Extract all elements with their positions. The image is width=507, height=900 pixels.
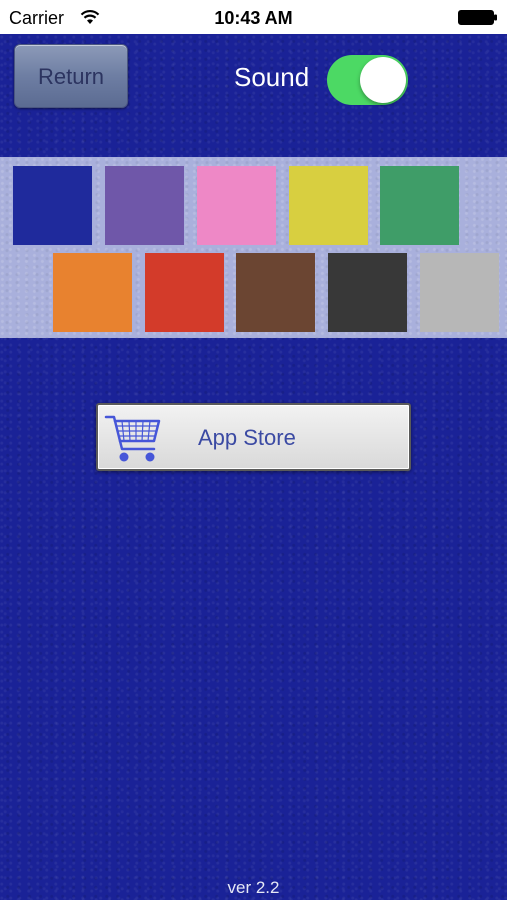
settings-screen: Carrier 10:43 AM Return Sound App Store … <box>0 0 507 900</box>
color-swatch-9[interactable] <box>328 253 407 332</box>
battery-icon <box>458 10 497 25</box>
color-swatch-1[interactable] <box>13 166 92 245</box>
sound-toggle[interactable] <box>327 55 408 105</box>
sound-label: Sound <box>234 62 310 92</box>
toggle-knob <box>360 57 406 103</box>
app-store-label: App Store <box>198 425 296 450</box>
color-palette <box>0 157 507 338</box>
color-swatch-4[interactable] <box>289 166 368 245</box>
return-button[interactable]: Return <box>14 44 128 108</box>
color-swatch-3[interactable] <box>197 166 276 245</box>
app-store-button[interactable]: App Store <box>96 403 411 471</box>
color-swatch-2[interactable] <box>105 166 184 245</box>
status-time: 10:43 AM <box>214 8 293 28</box>
color-swatch-6[interactable] <box>53 253 132 332</box>
color-swatch-7[interactable] <box>145 253 224 332</box>
color-swatch-10[interactable] <box>420 253 499 332</box>
status-bar: Carrier 10:43 AM <box>0 0 507 34</box>
version-label: ver 2.2 <box>227 878 280 897</box>
color-swatch-8[interactable] <box>236 253 315 332</box>
shopping-cart-icon <box>104 415 161 462</box>
color-swatch-5[interactable] <box>380 166 459 245</box>
